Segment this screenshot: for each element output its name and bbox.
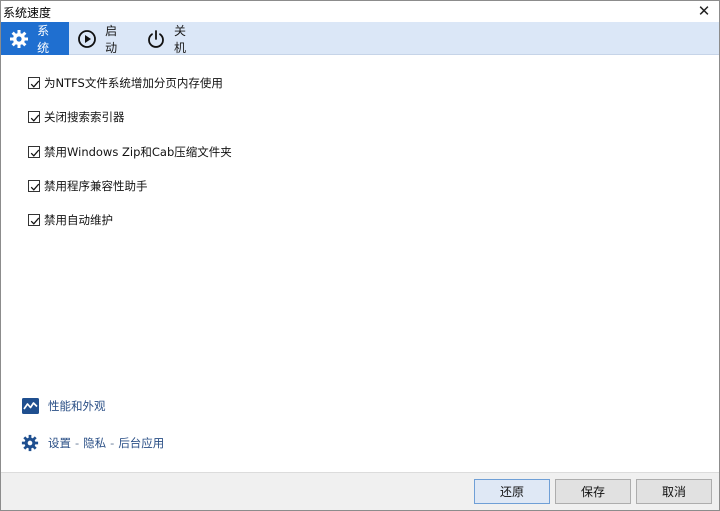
option-label: 禁用Windows Zip和Cab压缩文件夹 xyxy=(44,145,232,159)
option-disable-zip-cab[interactable]: 禁用Windows Zip和Cab压缩文件夹 xyxy=(28,144,232,160)
settings-window: 系统速度 ✕ 系统 启动 关机 为NTFS文件系统增加分页内存使用 关闭搜索索引… xyxy=(0,0,720,511)
tab-startup[interactable]: 启动 xyxy=(69,22,137,55)
checkmark-icon xyxy=(30,114,40,122)
link-separator: - xyxy=(110,436,115,450)
tab-shutdown-label: 关机 xyxy=(174,23,187,55)
option-ntfs-paged-pool[interactable]: 为NTFS文件系统增加分页内存使用 xyxy=(28,75,223,91)
checkmark-icon xyxy=(30,80,40,88)
checkmark-icon xyxy=(30,217,40,225)
gear-icon xyxy=(9,28,29,50)
performance-link[interactable]: 性能和外观 xyxy=(21,397,106,415)
option-label: 禁用自动维护 xyxy=(44,213,113,227)
tab-shutdown[interactable]: 关机 xyxy=(137,22,207,55)
performance-chart-icon xyxy=(21,397,39,415)
link-part-settings: 设置 xyxy=(48,436,71,450)
link-separator: - xyxy=(75,436,80,450)
checkbox[interactable] xyxy=(28,180,40,192)
checkbox[interactable] xyxy=(28,214,40,226)
settings-privacy-link-label: 设置 - 隐私 - 后台应用 xyxy=(48,435,164,451)
tab-system-label: 系统 xyxy=(37,23,50,55)
play-circle-icon xyxy=(77,28,97,50)
link-part-background-apps: 后台应用 xyxy=(118,436,165,450)
save-button[interactable]: 保存 xyxy=(555,479,631,504)
restore-button[interactable]: 还原 xyxy=(474,479,550,504)
option-disable-compat-assistant[interactable]: 禁用程序兼容性助手 xyxy=(28,178,148,194)
option-label: 为NTFS文件系统增加分页内存使用 xyxy=(44,76,223,90)
window-title: 系统速度 xyxy=(3,6,52,20)
dialog-footer: 还原 保存 取消 xyxy=(1,472,719,510)
option-disable-auto-maintenance[interactable]: 禁用自动维护 xyxy=(28,212,113,228)
cancel-button[interactable]: 取消 xyxy=(636,479,712,504)
close-button[interactable]: ✕ xyxy=(695,2,713,20)
tab-bar: 系统 启动 关机 xyxy=(1,22,719,55)
tab-system[interactable]: 系统 xyxy=(1,22,69,55)
link-part-privacy: 隐私 xyxy=(83,436,107,450)
checkbox[interactable] xyxy=(28,146,40,158)
option-disable-search-indexer[interactable]: 关闭搜索索引器 xyxy=(28,109,125,125)
gear-icon xyxy=(21,434,39,452)
checkmark-icon xyxy=(30,149,40,157)
option-label: 禁用程序兼容性助手 xyxy=(44,179,148,193)
settings-privacy-link[interactable]: 设置 - 隐私 - 后台应用 xyxy=(21,434,164,452)
option-label: 关闭搜索索引器 xyxy=(44,110,125,124)
power-icon xyxy=(145,28,166,50)
tab-startup-label: 启动 xyxy=(105,23,118,55)
performance-link-label: 性能和外观 xyxy=(48,399,106,413)
checkmark-icon xyxy=(30,183,40,191)
title-bar: 系统速度 ✕ xyxy=(1,1,719,22)
checkbox[interactable] xyxy=(28,111,40,123)
checkbox[interactable] xyxy=(28,77,40,89)
